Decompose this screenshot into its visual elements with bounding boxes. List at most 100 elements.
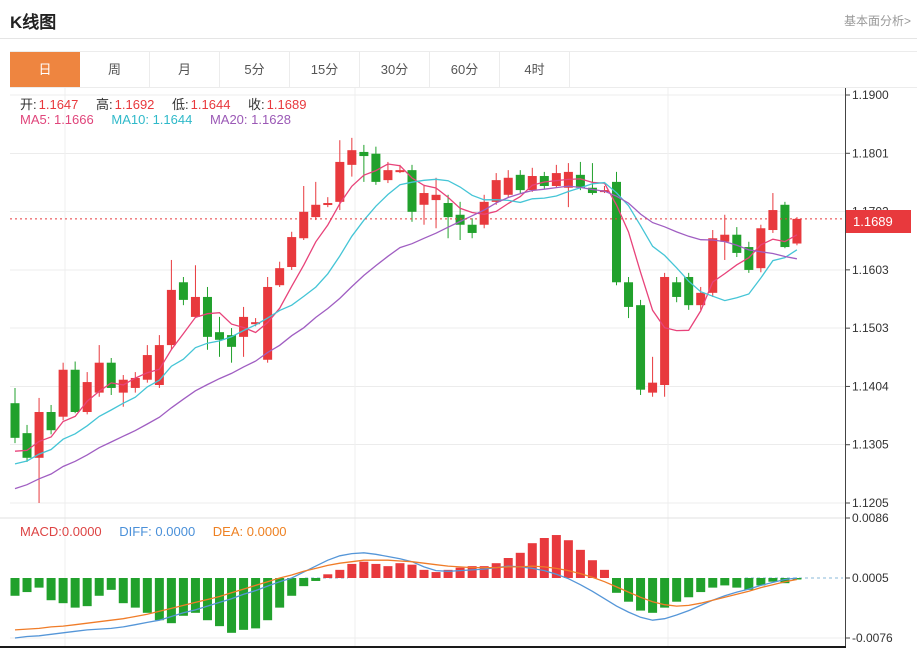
candle[interactable] bbox=[143, 355, 152, 380]
macd-bar[interactable] bbox=[504, 558, 513, 578]
macd-bar[interactable] bbox=[552, 535, 561, 578]
candle[interactable] bbox=[420, 193, 429, 205]
macd-bar[interactable] bbox=[155, 578, 164, 620]
high-label: 高: bbox=[96, 97, 113, 112]
macd-bar[interactable] bbox=[95, 578, 104, 596]
macd-bar[interactable] bbox=[636, 578, 645, 611]
macd-bar[interactable] bbox=[684, 578, 693, 597]
macd-bar[interactable] bbox=[179, 578, 188, 616]
macd-bar[interactable] bbox=[492, 563, 501, 578]
candle[interactable] bbox=[576, 175, 585, 188]
macd-bar[interactable] bbox=[648, 578, 657, 613]
candle[interactable] bbox=[552, 173, 561, 186]
candle[interactable] bbox=[768, 210, 777, 230]
macd-bar[interactable] bbox=[11, 578, 20, 596]
candle[interactable] bbox=[660, 277, 669, 385]
candle[interactable] bbox=[335, 162, 344, 202]
macd-bar[interactable] bbox=[23, 578, 32, 592]
candle[interactable] bbox=[11, 403, 20, 438]
candle[interactable] bbox=[203, 297, 212, 337]
macd-bar[interactable] bbox=[59, 578, 68, 603]
candle[interactable] bbox=[347, 150, 356, 165]
macd-bar[interactable] bbox=[528, 543, 537, 578]
price-axis-label: 1.1900 bbox=[852, 88, 889, 102]
macd-bar[interactable] bbox=[143, 578, 152, 613]
candle[interactable] bbox=[648, 383, 657, 393]
macd-bar[interactable] bbox=[131, 578, 140, 608]
candle[interactable] bbox=[287, 237, 296, 267]
candle[interactable] bbox=[167, 290, 176, 345]
macd-bar[interactable] bbox=[432, 572, 441, 578]
macd-bar[interactable] bbox=[588, 560, 597, 578]
macd-bar[interactable] bbox=[420, 570, 429, 578]
macd-bar[interactable] bbox=[456, 568, 465, 578]
dea-label: DEA: bbox=[213, 524, 243, 539]
macd-bar[interactable] bbox=[407, 565, 416, 578]
macd-bar[interactable] bbox=[287, 578, 296, 596]
macd-bar[interactable] bbox=[119, 578, 128, 603]
candle[interactable] bbox=[407, 170, 416, 212]
candle[interactable] bbox=[263, 287, 272, 360]
macd-bar[interactable] bbox=[191, 578, 200, 613]
macd-bar[interactable] bbox=[371, 564, 380, 578]
candle[interactable] bbox=[792, 219, 801, 244]
candle[interactable] bbox=[359, 152, 368, 156]
macd-bar[interactable] bbox=[732, 578, 741, 588]
candle[interactable] bbox=[383, 170, 392, 180]
macd-bar[interactable] bbox=[383, 566, 392, 578]
macd-bar[interactable] bbox=[395, 563, 404, 578]
macd-bar[interactable] bbox=[35, 578, 44, 588]
candle[interactable] bbox=[83, 382, 92, 412]
candle[interactable] bbox=[395, 170, 404, 172]
candle[interactable] bbox=[323, 203, 332, 205]
macd-bar[interactable] bbox=[516, 553, 525, 578]
macd-bar[interactable] bbox=[672, 578, 681, 602]
candle[interactable] bbox=[275, 268, 284, 285]
candle[interactable] bbox=[23, 433, 32, 458]
macd-bar[interactable] bbox=[47, 578, 56, 600]
candle[interactable] bbox=[95, 363, 104, 393]
candle[interactable] bbox=[119, 380, 128, 393]
macd-bar[interactable] bbox=[335, 570, 344, 578]
macd-bar[interactable] bbox=[720, 578, 729, 585]
candle[interactable] bbox=[47, 412, 56, 430]
candle[interactable] bbox=[444, 203, 453, 217]
macd-bar[interactable] bbox=[347, 564, 356, 578]
candle[interactable] bbox=[311, 205, 320, 217]
macd-bar[interactable] bbox=[71, 578, 80, 608]
candle[interactable] bbox=[432, 195, 441, 200]
macd-bar[interactable] bbox=[708, 578, 717, 588]
macd-bar[interactable] bbox=[299, 578, 308, 586]
candle[interactable] bbox=[179, 282, 188, 300]
macd-bar[interactable] bbox=[564, 540, 573, 578]
candle[interactable] bbox=[636, 305, 645, 390]
candle[interactable] bbox=[71, 370, 80, 412]
macd-bar[interactable] bbox=[660, 578, 669, 608]
candle[interactable] bbox=[708, 238, 717, 293]
candle[interactable] bbox=[299, 212, 308, 238]
open-value: 1.1647 bbox=[39, 97, 79, 112]
candle[interactable] bbox=[504, 178, 513, 195]
macd-bar[interactable] bbox=[359, 562, 368, 578]
candle[interactable] bbox=[107, 363, 116, 388]
macd-bar[interactable] bbox=[624, 578, 633, 602]
diff-value: 0.0000 bbox=[155, 524, 195, 539]
candle[interactable] bbox=[215, 332, 224, 340]
candle[interactable] bbox=[672, 282, 681, 297]
candle[interactable] bbox=[624, 282, 633, 307]
macd-bar[interactable] bbox=[311, 578, 320, 581]
candle[interactable] bbox=[516, 175, 525, 190]
candle[interactable] bbox=[191, 297, 200, 317]
macd-bar[interactable] bbox=[227, 578, 236, 633]
candle[interactable] bbox=[371, 154, 380, 182]
macd-bar[interactable] bbox=[107, 578, 116, 590]
candle[interactable] bbox=[468, 225, 477, 233]
macd-bar[interactable] bbox=[696, 578, 705, 592]
macd-bar[interactable] bbox=[323, 574, 332, 578]
candle[interactable] bbox=[59, 370, 68, 417]
macd-bar[interactable] bbox=[239, 578, 248, 630]
macd-bar[interactable] bbox=[600, 570, 609, 578]
candle[interactable] bbox=[492, 180, 501, 202]
candle[interactable] bbox=[35, 412, 44, 458]
macd-bar[interactable] bbox=[83, 578, 92, 606]
